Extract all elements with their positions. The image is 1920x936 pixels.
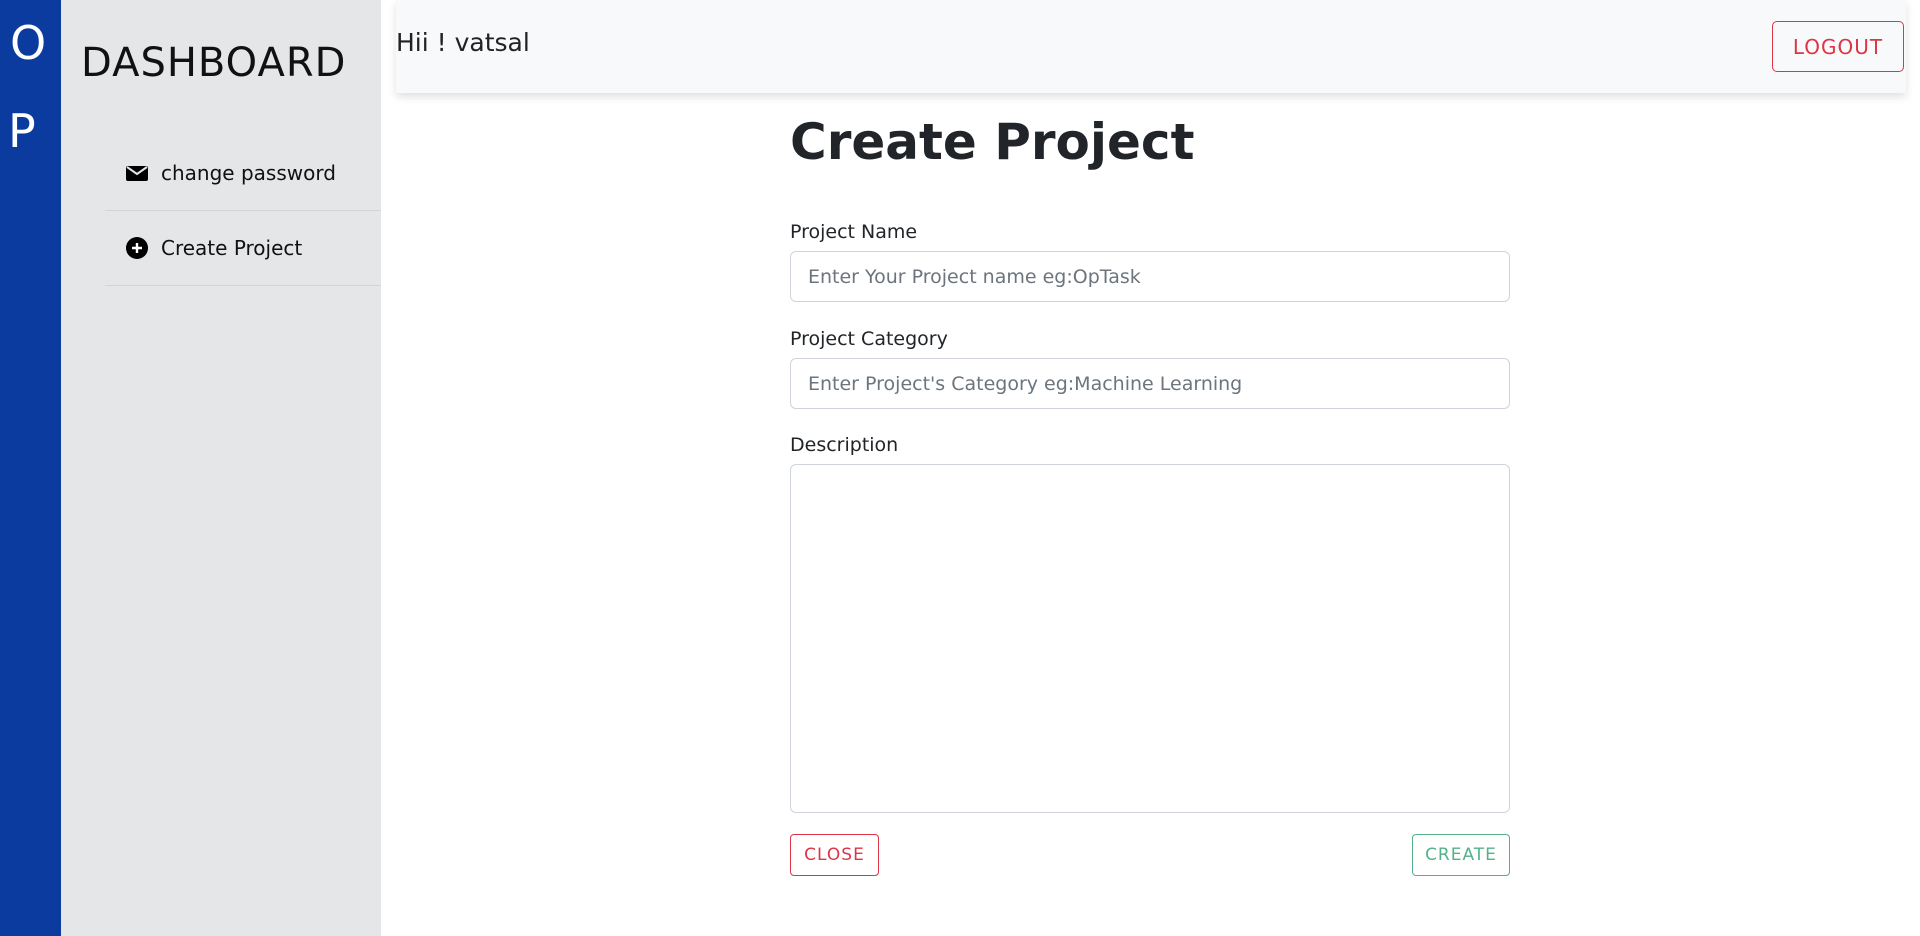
brand-logo-letter-p: P <box>8 104 36 158</box>
sidebar-item-create-project[interactable]: Create Project <box>105 211 381 286</box>
top-navbar: Hii ! vatsal LOGOUT <box>396 0 1906 93</box>
close-button[interactable]: CLOSE <box>790 834 879 876</box>
sidebar-item-label: change password <box>161 161 336 185</box>
description-label: Description <box>790 434 899 456</box>
sidebar-item-label: Create Project <box>161 236 303 260</box>
sidebar-title: DASHBOARD <box>81 40 347 86</box>
envelope-icon <box>125 161 149 185</box>
create-button[interactable]: CREATE <box>1412 834 1510 876</box>
sidebar-nav: change password Create Project <box>105 136 381 286</box>
project-category-input[interactable] <box>790 358 1510 409</box>
app-root: O P DASHBOARD change password Create Pro… <box>0 0 1920 936</box>
logout-button[interactable]: LOGOUT <box>1772 21 1904 72</box>
project-name-label: Project Name <box>790 221 918 243</box>
page-title: Create Project <box>790 113 1195 171</box>
project-name-input[interactable] <box>790 251 1510 302</box>
sidebar-item-change-password[interactable]: change password <box>105 136 381 211</box>
sidebar: DASHBOARD change password Create Project <box>61 0 381 936</box>
description-textarea[interactable] <box>790 464 1510 813</box>
plus-circle-icon <box>125 236 149 260</box>
project-category-label: Project Category <box>790 328 948 350</box>
brand-strip: O P <box>0 0 61 936</box>
user-greeting: Hii ! vatsal <box>396 28 530 57</box>
brand-logo-letter-o: O <box>10 16 47 70</box>
